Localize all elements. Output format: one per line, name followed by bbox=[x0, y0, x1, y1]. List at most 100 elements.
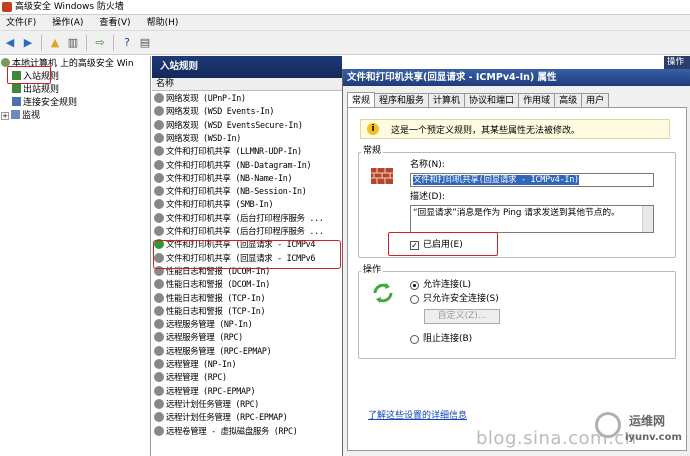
rule-name: 远程管理 (RPC) bbox=[166, 372, 227, 383]
rule-row[interactable]: 网络发现 (WSD Events-In) bbox=[154, 105, 274, 118]
rule-disabled-icon bbox=[154, 159, 164, 170]
rule-row[interactable]: 文件和打印机共享 (后台打印程序服务 ... bbox=[154, 225, 324, 238]
tab-advanced[interactable]: 高级 bbox=[554, 93, 583, 108]
rule-row[interactable]: 性能日志和警报 (DCOM-In) bbox=[154, 278, 270, 291]
firewall-app-icon bbox=[2, 2, 12, 12]
rule-name: 远程管理 (RPC-EPMAP) bbox=[166, 385, 256, 396]
rule-row[interactable]: 文件和打印机共享 (SMB-In) bbox=[154, 198, 274, 211]
rule-row[interactable]: 远程服务管理 (RPC-EPMAP) bbox=[154, 345, 272, 358]
expand-icon[interactable]: + bbox=[1, 112, 9, 120]
show-action-pane-icon[interactable]: ▤ bbox=[137, 35, 153, 51]
tab-scope[interactable]: 作用域 bbox=[518, 93, 556, 108]
rule-name: 文件和打印机共享 (NB-Datagram-In) bbox=[166, 159, 312, 170]
action-group-label: 操作 bbox=[361, 265, 384, 276]
rule-row[interactable]: 网络发现 (WSD-In) bbox=[154, 132, 241, 145]
tab-programs-services[interactable]: 程序和服务 bbox=[374, 93, 430, 108]
rule-name: 远程计划任务管理 (RPC-EPMAP) bbox=[166, 412, 288, 423]
tree-item-monitoring[interactable]: + 监视 bbox=[1, 110, 40, 122]
rule-row[interactable]: 远程管理 (NP-In) bbox=[154, 358, 237, 371]
rule-row[interactable]: 远程计划任务管理 (RPC-EPMAP) bbox=[154, 411, 288, 424]
general-group-label: 常规 bbox=[361, 146, 384, 157]
rule-row[interactable]: 性能日志和警报 (TCP-In) bbox=[154, 292, 266, 305]
rule-row[interactable]: 性能日志和警报 (TCP-In) bbox=[154, 305, 266, 318]
dialog-tabs: 常规 程序和服务 计算机 协议和端口 作用域 高级 用户 bbox=[347, 92, 610, 108]
allow-secure-radio[interactable] bbox=[410, 295, 419, 304]
up-folder-icon[interactable]: ▲ bbox=[47, 35, 63, 51]
menu-view[interactable]: 查看(V) bbox=[93, 15, 140, 30]
rule-row[interactable]: 远程服务管理 (NP-In) bbox=[154, 318, 253, 331]
title-bar: 高级安全 Windows 防火墙 bbox=[0, 0, 690, 15]
name-field[interactable]: 文件和打印机共享(回显请求 - ICMPv4-In) bbox=[410, 173, 654, 187]
rule-row[interactable]: 文件和打印机共享 (NB-Name-In) bbox=[154, 172, 293, 185]
rule-row[interactable]: 远程计划任务管理 (RPC) bbox=[154, 398, 259, 411]
rule-name: 文件和打印机共享 (NB-Session-In) bbox=[166, 186, 307, 197]
name-value: 文件和打印机共享(回显请求 - ICMPv4-In) bbox=[413, 175, 579, 185]
action-groupbox bbox=[358, 271, 676, 359]
rule-name: 文件和打印机共享 (后台打印程序服务 ... bbox=[166, 226, 324, 236]
description-label: 描述(D): bbox=[410, 192, 445, 202]
menu-file[interactable]: 文件(F) bbox=[0, 15, 46, 30]
description-value: “回显请求”消息是作为 Ping 请求发送到其他节点的。 bbox=[413, 208, 620, 218]
rule-disabled-icon bbox=[154, 359, 164, 369]
rule-row[interactable]: 文件和打印机共享 (后台打印程序服务 ... bbox=[154, 212, 324, 225]
rule-name: 性能日志和警报 (DCOM-In) bbox=[166, 279, 270, 290]
tab-computers[interactable]: 计算机 bbox=[428, 93, 466, 108]
refresh-arrows-icon bbox=[370, 280, 396, 306]
tab-general[interactable]: 常规 bbox=[347, 92, 376, 108]
rule-row[interactable]: 远程服务管理 (RPC) bbox=[154, 331, 243, 344]
show-hide-tree-icon[interactable]: ▥ bbox=[65, 35, 81, 51]
allow-secure-label: 只允许安全连接(S) bbox=[423, 294, 499, 304]
rule-name: 远程卷管理 - 虚拟磁盘服务 (RPC) bbox=[166, 425, 298, 436]
monitoring-icon bbox=[11, 110, 20, 119]
menu-action[interactable]: 操作(A) bbox=[46, 15, 93, 30]
menu-help[interactable]: 帮助(H) bbox=[141, 15, 189, 30]
rule-disabled-icon bbox=[154, 332, 164, 343]
forward-arrow-icon[interactable]: ▶ bbox=[20, 35, 36, 51]
customize-button[interactable]: 自定义(Z)... bbox=[424, 309, 500, 324]
allow-connection-radio[interactable] bbox=[410, 281, 419, 290]
watermark-logo-bottom: iyunv.com bbox=[625, 432, 682, 443]
rule-disabled-icon bbox=[154, 132, 164, 143]
tree-item-outbound-rules[interactable]: 出站规则 bbox=[12, 84, 59, 96]
help-icon[interactable]: ? bbox=[119, 35, 135, 51]
rule-name: 网络发现 (WSD-In) bbox=[166, 132, 241, 143]
rule-name: 性能日志和警报 (TCP-In) bbox=[166, 305, 266, 316]
description-field[interactable]: “回显请求”消息是作为 Ping 请求发送到其他节点的。 bbox=[410, 205, 654, 233]
block-connection-radio[interactable] bbox=[410, 335, 419, 344]
toolbar-separator bbox=[41, 34, 42, 51]
rule-row[interactable]: 远程管理 (RPC-EPMAP) bbox=[154, 385, 256, 398]
rule-row[interactable]: 网络发现 (WSD EventsSecure-In) bbox=[154, 119, 303, 132]
rule-row[interactable]: 文件和打印机共享 (NB-Datagram-In) bbox=[154, 159, 312, 172]
column-header-name[interactable]: 名称 bbox=[152, 78, 342, 91]
info-icon: i bbox=[367, 123, 379, 135]
tab-users[interactable]: 用户 bbox=[581, 93, 610, 108]
export-list-icon[interactable]: ⇨ bbox=[92, 35, 108, 51]
outbound-rules-icon bbox=[12, 84, 21, 93]
rule-name: 文件和打印机共享 (NB-Name-In) bbox=[166, 172, 293, 183]
rule-row[interactable]: 远程管理 (RPC) bbox=[154, 371, 227, 384]
rule-row[interactable]: 远程卷管理 - 虚拟磁盘服务 (RPC) bbox=[154, 425, 298, 438]
highlight-inbound-rules bbox=[7, 66, 51, 84]
rule-row[interactable]: 文件和打印机共享 (NB-Session-In) bbox=[154, 185, 307, 198]
allow-connection-label: 允许连接(L) bbox=[423, 280, 472, 290]
block-connection-label: 阻止连接(B) bbox=[423, 334, 473, 344]
description-scrollbar[interactable] bbox=[642, 206, 653, 232]
rule-row[interactable]: 文件和打印机共享 (LLMNR-UDP-In) bbox=[154, 145, 302, 158]
rule-disabled-icon bbox=[154, 199, 164, 210]
rule-disabled-icon bbox=[154, 93, 164, 103]
rule-disabled-icon bbox=[154, 372, 164, 383]
toolbar-separator bbox=[86, 34, 87, 51]
rule-disabled-icon bbox=[154, 345, 164, 356]
back-arrow-icon[interactable]: ◀ bbox=[2, 35, 18, 51]
rule-disabled-icon bbox=[154, 279, 164, 290]
tab-protocols-ports[interactable]: 协议和端口 bbox=[464, 93, 520, 108]
rule-disabled-icon bbox=[154, 226, 164, 236]
tree-item-connection-security-rules[interactable]: 连接安全规则 bbox=[12, 97, 77, 109]
learn-more-link[interactable]: 了解这些设置的详细信息 bbox=[368, 408, 467, 421]
connection-security-icon bbox=[12, 97, 21, 106]
highlight-icmp-rules bbox=[153, 240, 341, 269]
toolbar-separator bbox=[113, 34, 114, 51]
rule-row[interactable]: 网络发现 (UPnP-In) bbox=[154, 92, 246, 105]
rule-name: 文件和打印机共享 (后台打印程序服务 ... bbox=[166, 212, 324, 223]
rule-disabled-icon bbox=[154, 292, 164, 303]
